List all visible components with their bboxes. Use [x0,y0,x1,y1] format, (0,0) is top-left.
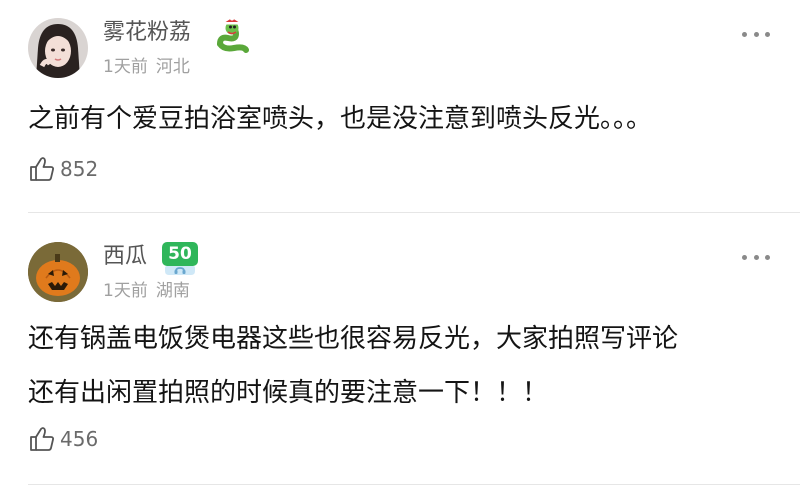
divider [28,484,800,485]
comment-text-line: 还有锅盖电饭煲电器这些也很容易反光，大家拍照写评论 [28,324,679,354]
comment-location: 河北 [155,57,190,77]
thumbs-up-icon [30,427,54,451]
comment-text: 之前有个爱豆拍浴室喷头，也是没注意到喷头反光。。。 [28,104,653,134]
like-button[interactable]: 456 [28,425,98,453]
comment-time: 1天前 [103,281,148,301]
thumbs-up-icon [30,157,54,181]
more-options-icon[interactable] [742,253,770,261]
more-options-icon[interactable] [742,30,770,38]
comment-time: 1天前 [103,57,148,77]
comment-meta: 1天前 湖南 [103,280,190,302]
comment-meta: 1天前 河北 [103,56,190,78]
username[interactable]: 西瓜 [103,244,147,270]
like-button[interactable]: 852 [28,155,98,183]
avatar[interactable] [28,18,88,78]
like-count: 852 [60,157,99,181]
comment-item: 西瓜 50 1天前 湖南 还有锅盖电饭煲电器这些也很容易反光，大家拍照写评论 还有… [0,214,800,487]
avatar[interactable] [28,242,88,302]
like-count: 456 [60,427,99,451]
comment-text: 还有锅盖电饭煲电器这些也很容易反光，大家拍照写评论 还有出闲置拍照的时候真的要注… [28,318,780,414]
snake-badge-icon [214,16,252,58]
comment-location: 湖南 [155,281,190,301]
comment-item: 雾花粉荔 1天前 河北 之前有个爱豆拍浴室喷头，也是没注意到喷头反光。。。 852 [0,0,800,213]
level-number: 50 [168,244,192,264]
level-badge-icon: 50 [161,241,199,277]
username[interactable]: 雾花粉荔 [103,20,191,46]
comment-text-line: 还有出闲置拍照的时候真的要注意一下！！！ [28,378,549,408]
divider [28,212,800,213]
